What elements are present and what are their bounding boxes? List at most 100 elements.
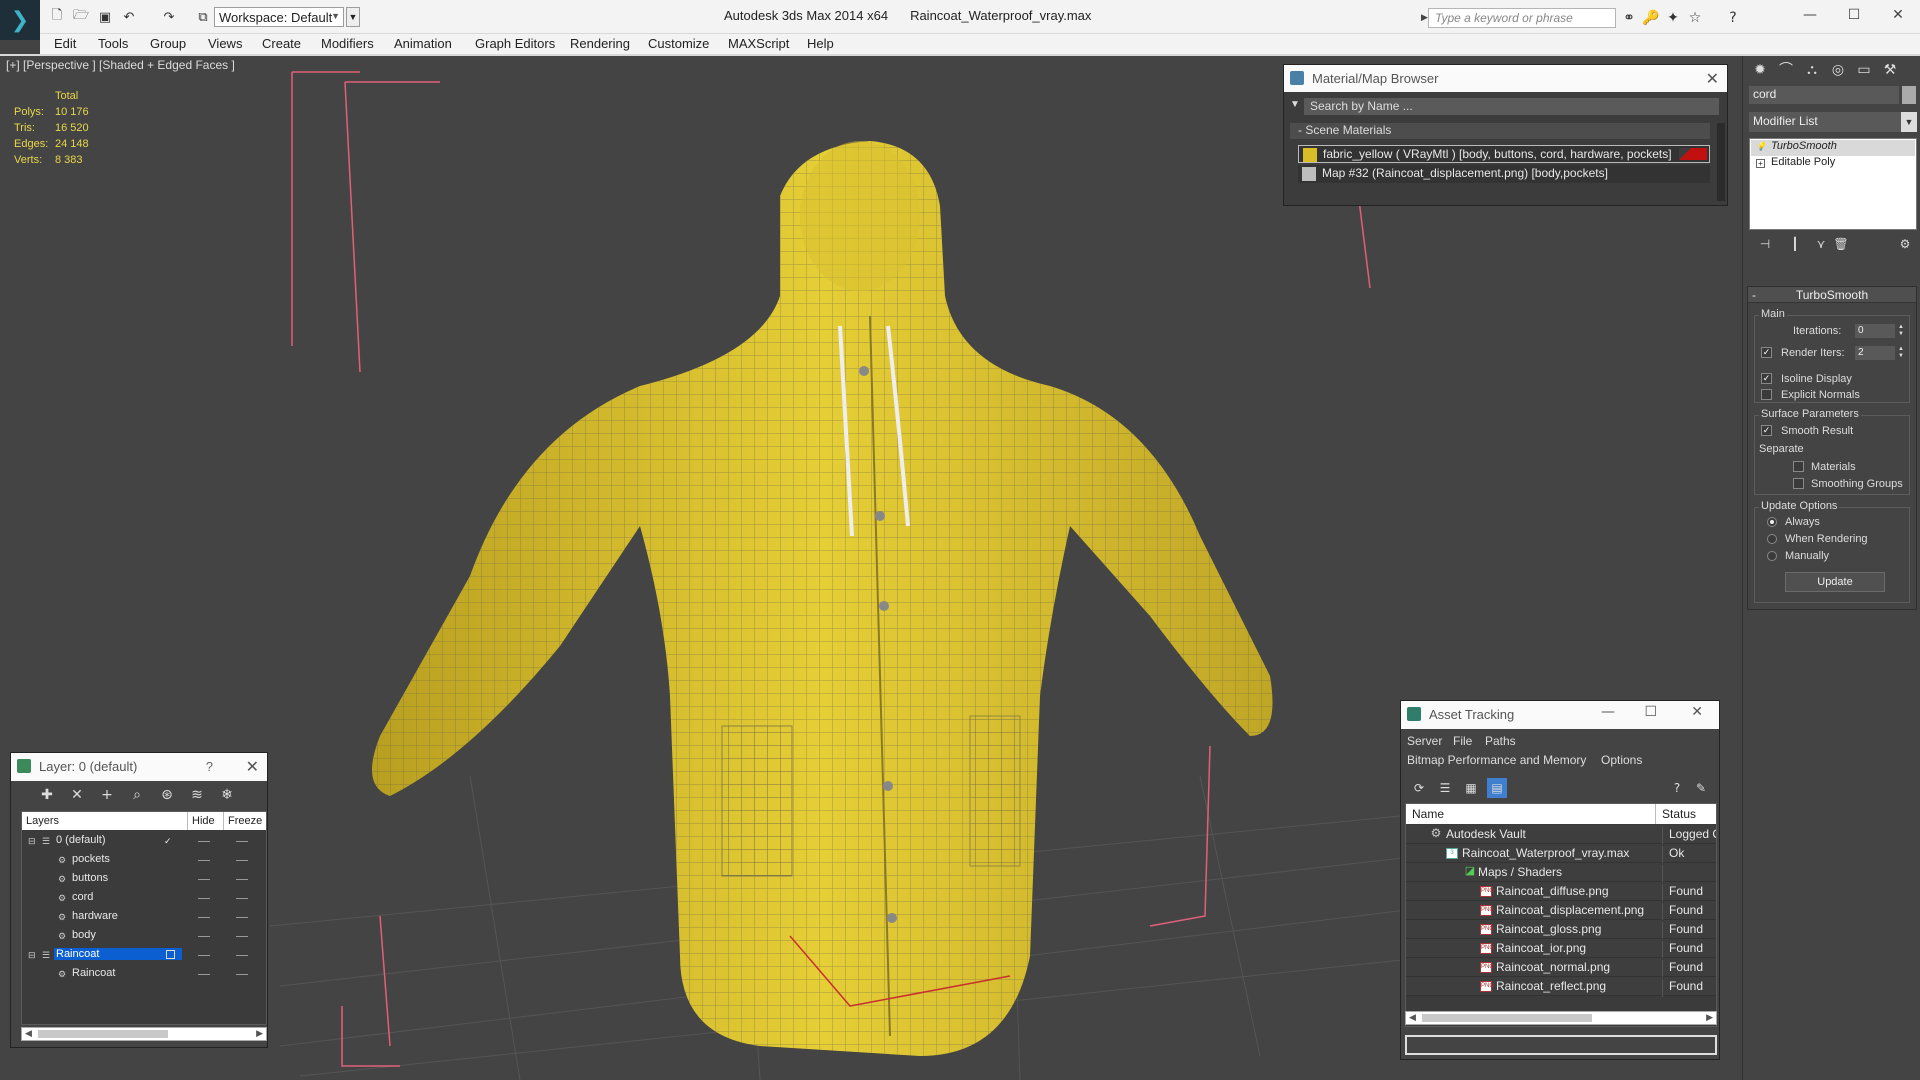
lightbulb-icon[interactable]: 💡 (1756, 143, 1766, 152)
explicit-normals-checkbox[interactable] (1761, 389, 1772, 400)
menu-views[interactable]: Views (208, 34, 242, 54)
layer-row-cord[interactable]: ⚙ cord (22, 889, 266, 908)
delete-layer-icon[interactable]: ✕ (67, 785, 87, 805)
show-end-result-icon[interactable]: ┃ (1785, 234, 1805, 254)
minimize-icon[interactable]: — (1601, 704, 1615, 720)
render-iters-spinner[interactable]: 2 (1855, 346, 1895, 360)
hide-toggle[interactable] (198, 974, 210, 975)
scroll-right-icon[interactable]: ▶ (1706, 1012, 1713, 1023)
menu-maxscript[interactable]: MAXScript (728, 34, 789, 54)
hide-toggle[interactable] (198, 955, 210, 956)
refresh-icon[interactable]: ⟳ (1409, 778, 1429, 798)
make-unique-icon[interactable]: ⋎ (1811, 234, 1831, 254)
hide-toggle[interactable] (198, 860, 210, 861)
asset-row-normal[interactable]: PNG Raincoat_normal.png Found (1406, 958, 1716, 978)
thumbnail-view-icon[interactable]: ▦ (1461, 778, 1481, 798)
menu-help[interactable]: Help (807, 34, 834, 54)
freeze-toggle[interactable] (236, 879, 248, 880)
menu-create[interactable]: Create (262, 34, 301, 54)
collapse-icon[interactable]: ⊟ (28, 836, 38, 846)
isoline-display-checkbox[interactable]: ✓ (1761, 373, 1772, 384)
freeze-toggle[interactable] (236, 936, 248, 937)
modifier-list-dropdown[interactable]: Modifier List ▼ (1749, 112, 1917, 132)
workspace-dropdown[interactable]: Workspace: Default ▼ (214, 7, 344, 27)
iterations-spinner[interactable]: 0 (1855, 324, 1895, 338)
search-expand-icon[interactable]: ▶ (1421, 12, 1428, 23)
utilities-tab-icon[interactable]: ⚒ (1877, 58, 1903, 82)
collapse-icon[interactable]: ⊟ (28, 950, 38, 960)
hide-toggle[interactable] (198, 841, 210, 842)
layer-horizontal-scrollbar[interactable]: ◀ ▶ (21, 1027, 267, 1041)
layer-row-pockets[interactable]: ⚙ pockets (22, 851, 266, 870)
list-view-icon[interactable]: ☰ (1435, 778, 1455, 798)
help-icon[interactable]: ? (1667, 778, 1687, 798)
smooth-result-checkbox[interactable]: ✓ (1761, 425, 1772, 436)
object-name-field[interactable]: cord (1749, 86, 1899, 104)
hide-toggle[interactable] (198, 936, 210, 937)
stack-item-turbosmooth[interactable]: 💡 TurboSmooth (1751, 140, 1915, 156)
display-tab-icon[interactable]: ▭ (1851, 58, 1877, 82)
update-button[interactable]: Update (1785, 572, 1885, 592)
communication-center-icon[interactable]: ✦ (1664, 9, 1682, 27)
hide-toggle[interactable] (198, 917, 210, 918)
create-layer-icon[interactable]: ✚ (37, 785, 57, 805)
menu-customize[interactable]: Customize (648, 34, 709, 54)
layer-row-raincoat[interactable]: ⊟ ☰ Raincoat (22, 946, 266, 965)
table-view-icon[interactable]: ▤ (1487, 778, 1507, 798)
hide-toggle[interactable] (198, 898, 210, 899)
scroll-left-icon[interactable]: ◀ (1409, 1012, 1416, 1023)
undo-icon[interactable]: ↶ (120, 8, 138, 26)
asset-tracking-titlebar[interactable]: Asset Tracking — ☐ ✕ (1401, 701, 1719, 729)
menu-modifiers[interactable]: Modifiers (321, 34, 374, 54)
always-radio[interactable] (1767, 517, 1777, 527)
pin-stack-icon[interactable]: ⊣ (1755, 234, 1775, 254)
maximize-icon[interactable]: ☐ (1644, 704, 1657, 720)
app-menu-button[interactable]: ❯ (0, 0, 40, 40)
motion-tab-icon[interactable]: ◎ (1825, 58, 1851, 82)
menu-tools[interactable]: Tools (98, 34, 128, 54)
asset-row-displacement[interactable]: PNG Raincoat_displacement.png Found (1406, 901, 1716, 921)
material-browser-scrollbar[interactable] (1717, 123, 1725, 201)
close-icon[interactable]: ✕ (1706, 69, 1719, 88)
scroll-right-icon[interactable]: ▶ (256, 1028, 263, 1039)
hide-all-layers-icon[interactable]: ≋ (187, 785, 207, 805)
column-name[interactable]: Name (1406, 804, 1656, 824)
freeze-toggle[interactable] (236, 841, 248, 842)
material-search-input[interactable]: Search by Name ... (1304, 98, 1719, 115)
layer-row-default[interactable]: ⊟ ☰ 0 (default) ✓ (22, 832, 266, 851)
save-file-icon[interactable]: ▣ (96, 8, 114, 26)
material-item-map-32[interactable]: Map #32 (Raincoat_displacement.png) [bod… (1298, 165, 1710, 183)
layer-row-buttons[interactable]: ⚙ buttons (22, 870, 266, 889)
layer-row-body[interactable]: ⚙ body (22, 927, 266, 946)
freeze-toggle[interactable] (236, 974, 248, 975)
remove-modifier-icon[interactable]: 🗑 (1831, 234, 1851, 254)
subscription-icon[interactable]: 🔑 (1642, 9, 1660, 27)
viewport-label[interactable]: [+] [Perspective ] [Shaded + Edged Faces… (6, 58, 235, 72)
menu-options[interactable]: Options (1601, 753, 1642, 767)
asset-path-field[interactable] (1405, 1035, 1717, 1055)
asset-row-maps-shaders[interactable]: ◪ Maps / Shaders (1406, 863, 1716, 883)
highlight-layer-icon[interactable]: ⊛ (157, 785, 177, 805)
workspace-more-button[interactable]: ▼ (346, 7, 360, 27)
smoothing-groups-checkbox[interactable] (1793, 478, 1804, 489)
menu-edit[interactable]: Edit (54, 34, 76, 54)
freeze-toggle[interactable] (236, 917, 248, 918)
column-status[interactable]: Status (1656, 804, 1716, 824)
asset-row-vault[interactable]: ⚙ Autodesk Vault Logged Ou (1406, 825, 1716, 845)
asset-row-reflect[interactable]: PNG Raincoat_reflect.png Found (1406, 977, 1716, 997)
column-hide[interactable]: Hide (188, 812, 224, 830)
new-file-icon[interactable]: 🗋 (48, 8, 66, 26)
scroll-left-icon[interactable]: ◀ (25, 1028, 32, 1039)
manually-radio[interactable] (1767, 551, 1777, 561)
menu-graph-editors[interactable]: Graph Editors (475, 34, 555, 54)
set-current-layer-icon[interactable] (166, 950, 175, 959)
open-file-icon[interactable]: 🗁 (72, 8, 90, 26)
select-objects-icon[interactable]: ⌕ (127, 785, 147, 805)
turbosmooth-rollout-header[interactable]: - TurboSmooth (1748, 287, 1916, 303)
menu-paths[interactable]: Paths (1485, 734, 1516, 748)
expand-plus-icon[interactable]: + (1756, 159, 1765, 168)
minimize-window-icon[interactable]: — (1790, 4, 1830, 26)
freeze-all-layers-icon[interactable]: ❄ (217, 785, 237, 805)
scrollbar-thumb[interactable] (1422, 1014, 1592, 1022)
current-layer-check-icon[interactable]: ✓ (164, 836, 174, 846)
